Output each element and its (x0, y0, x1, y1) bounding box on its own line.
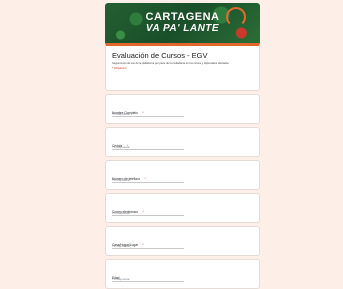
question-card-home: Casa/Hogar/Lugar * (105, 226, 260, 256)
form-header-card: Evaluación de Cursos - EGV Seguimiento d… (105, 43, 260, 91)
form-description: Seguimiento de uso de la plataforma por … (112, 62, 230, 65)
question-card-phone: Número de teléfono * (105, 160, 260, 190)
question-card-age: Edad (105, 259, 260, 289)
required-note: * Obligatorio (112, 67, 127, 71)
banner-logo-line1: CARTAGENA (145, 11, 220, 23)
question-card-name: Nombre Completo * (105, 94, 260, 124)
name-input[interactable] (112, 112, 184, 117)
form-column: CARTAGENA VA PA' LANTE Evaluación de Cur… (105, 3, 260, 289)
question-card-email: Correo electrónico * (105, 193, 260, 223)
question-card-cedula: Cédula * (105, 127, 260, 157)
cedula-input[interactable] (112, 145, 184, 150)
home-input[interactable] (112, 244, 184, 249)
banner-logo-line2: VA PA' LANTE (145, 23, 220, 34)
phone-input[interactable] (112, 178, 184, 183)
header-banner: CARTAGENA VA PA' LANTE (105, 3, 260, 43)
age-input[interactable] (112, 277, 184, 282)
form-title: Evaluación de Cursos - EGV (112, 51, 208, 60)
email-input[interactable] (112, 211, 184, 216)
